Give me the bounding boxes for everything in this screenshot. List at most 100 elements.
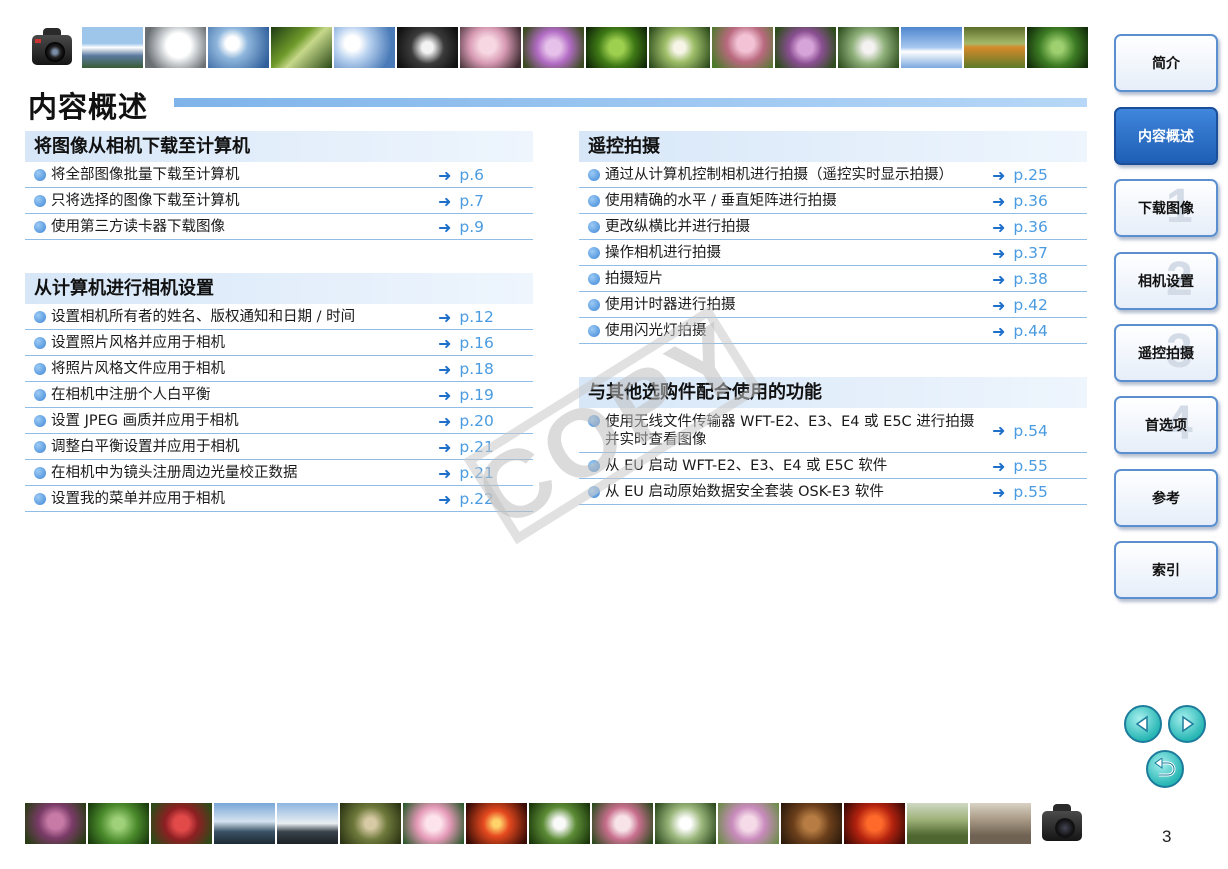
arrow-right-icon: ➜ <box>992 421 1006 440</box>
photo-thumb <box>586 27 647 68</box>
page-link[interactable]: ➜ p.19 <box>438 386 533 405</box>
list-item[interactable]: 从 EU 启动原始数据安全套装 OSK-E3 软件 ➜ p.55 <box>579 479 1087 505</box>
photo-thumb <box>529 803 590 844</box>
photo-thumb <box>844 803 905 844</box>
page-link[interactable]: ➜ p.38 <box>992 270 1087 289</box>
list-item[interactable]: 只将选择的图像下载至计算机 ➜ p.7 <box>25 188 533 214</box>
list-item[interactable]: 操作相机进行拍摄 ➜ p.37 <box>579 240 1087 266</box>
tab-download-images[interactable]: 1 下载图像 <box>1114 179 1218 237</box>
arrow-right-icon: ➜ <box>992 269 1006 289</box>
page-link[interactable]: ➜ p.42 <box>992 296 1087 315</box>
page-link[interactable]: ➜ p.20 <box>438 412 533 431</box>
tab-camera-settings[interactable]: 2 相机设置 <box>1114 252 1218 310</box>
arrow-right-icon: ➜ <box>992 456 1006 476</box>
page-link[interactable]: ➜ p.44 <box>992 322 1087 341</box>
arrow-right-icon: ➜ <box>438 191 452 211</box>
list-item[interactable]: 设置照片风格并应用于相机 ➜ p.16 <box>25 330 533 356</box>
list-item[interactable]: 将照片风格文件应用于相机 ➜ p.18 <box>25 356 533 382</box>
page-link[interactable]: ➜ p.37 <box>992 244 1087 263</box>
list-item[interactable]: 使用闪光灯拍摄 ➜ p.44 <box>579 318 1087 344</box>
photo-thumb <box>655 803 716 844</box>
bullet-icon <box>34 337 46 349</box>
tab-preferences[interactable]: 4 首选项 <box>1114 396 1218 454</box>
page-link[interactable]: ➜ p.12 <box>438 308 533 327</box>
bullet-icon <box>588 299 600 311</box>
photo-strip-bottom <box>25 803 1031 844</box>
photo-thumb <box>775 27 836 68</box>
list-item[interactable]: 在相机中注册个人白平衡 ➜ p.19 <box>25 382 533 408</box>
tab-reference[interactable]: 参考 <box>1114 469 1218 527</box>
list-item[interactable]: 更改纵横比并进行拍摄 ➜ p.36 <box>579 214 1087 240</box>
page-link[interactable]: ➜ p.54 <box>992 421 1087 440</box>
arrow-right-icon: ➜ <box>438 411 452 431</box>
photo-thumb <box>592 803 653 844</box>
section-remote-shooting: 遥控拍摄 通过从计算机控制相机进行拍摄（遥控实时显示拍摄） ➜ p.25 使用精确的… <box>579 131 1087 344</box>
photo-thumb <box>781 803 842 844</box>
bullet-icon <box>588 221 600 233</box>
photo-thumb <box>712 27 773 68</box>
photo-thumb <box>1027 27 1088 68</box>
list-item[interactable]: 通过从计算机控制相机进行拍摄（遥控实时显示拍摄） ➜ p.25 <box>579 162 1087 188</box>
tab-contents[interactable]: 内容概述 <box>1114 107 1218 165</box>
page-link[interactable]: ➜ p.55 <box>992 457 1087 476</box>
section-heading: 从计算机进行相机设置 <box>25 273 533 304</box>
list-item[interactable]: 使用第三方读卡器下载图像 ➜ p.9 <box>25 214 533 240</box>
photo-thumb <box>82 27 143 68</box>
bullet-icon <box>34 311 46 323</box>
next-page-button[interactable] <box>1168 705 1206 743</box>
section-camera-settings: 从计算机进行相机设置 设置相机所有者的姓名、版权通知和日期 / 时间 ➜ p.12 … <box>25 273 533 512</box>
photo-thumb <box>970 803 1031 844</box>
page-link[interactable]: ➜ p.36 <box>992 192 1087 211</box>
page-link[interactable]: ➜ p.18 <box>438 360 533 379</box>
return-button[interactable] <box>1146 750 1184 788</box>
page-link[interactable]: ➜ p.9 <box>438 218 533 237</box>
page-link[interactable]: ➜ p.22 <box>438 490 533 509</box>
next-page-icon <box>1182 715 1195 733</box>
photo-thumb <box>25 803 86 844</box>
page-link[interactable]: ➜ p.25 <box>992 166 1087 185</box>
arrow-right-icon: ➜ <box>438 217 452 237</box>
list-item[interactable]: 设置我的菜单并应用于相机 ➜ p.22 <box>25 486 533 512</box>
list-item[interactable]: 拍摄短片 ➜ p.38 <box>579 266 1087 292</box>
bullet-icon <box>34 169 46 181</box>
prev-page-button[interactable] <box>1124 705 1162 743</box>
page-title: 内容概述 <box>28 90 149 124</box>
list-item[interactable]: 在相机中为镜头注册周边光量校正数据 ➜ p.21 <box>25 460 533 486</box>
arrow-right-icon: ➜ <box>992 191 1006 211</box>
photo-thumb <box>340 803 401 844</box>
photo-thumb <box>88 803 149 844</box>
list-item[interactable]: 设置相机所有者的姓名、版权通知和日期 / 时间 ➜ p.12 <box>25 304 533 330</box>
photo-thumb <box>397 27 458 68</box>
page-number: 3 <box>1162 827 1172 846</box>
photo-thumb <box>151 803 212 844</box>
arrow-right-icon: ➜ <box>438 489 452 509</box>
photo-thumb <box>334 27 395 68</box>
arrow-right-icon: ➜ <box>992 295 1006 315</box>
arrow-right-icon: ➜ <box>438 333 452 353</box>
bullet-icon <box>34 467 46 479</box>
photo-thumb <box>271 27 332 68</box>
page-link[interactable]: ➜ p.16 <box>438 334 533 353</box>
bullet-icon <box>34 441 46 453</box>
photo-thumb <box>145 27 206 68</box>
tab-remote-shooting[interactable]: 3 遥控拍摄 <box>1114 324 1218 382</box>
page-link[interactable]: ➜ p.36 <box>992 218 1087 237</box>
list-item[interactable]: 使用无线文件传输器 WFT-E2、E3、E4 或 E5C 进行拍摄并实时查看图像… <box>579 408 1087 453</box>
list-item[interactable]: 使用精确的水平 / 垂直矩阵进行拍摄 ➜ p.36 <box>579 188 1087 214</box>
list-item[interactable]: 调整白平衡设置并应用于相机 ➜ p.21 <box>25 434 533 460</box>
list-item[interactable]: 设置 JPEG 画质并应用于相机 ➜ p.20 <box>25 408 533 434</box>
tab-index[interactable]: 索引 <box>1114 541 1218 599</box>
photo-thumb <box>466 803 527 844</box>
page-link[interactable]: ➜ p.55 <box>992 483 1087 502</box>
page-link[interactable]: ➜ p.6 <box>438 166 533 185</box>
page-link[interactable]: ➜ p.21 <box>438 464 533 483</box>
photo-thumb <box>964 27 1025 68</box>
list-item[interactable]: 从 EU 启动 WFT-E2、E3、E4 或 E5C 软件 ➜ p.55 <box>579 453 1087 479</box>
page-link[interactable]: ➜ p.7 <box>438 192 533 211</box>
bullet-icon <box>588 325 600 337</box>
list-item[interactable]: 将全部图像批量下载至计算机 ➜ p.6 <box>25 162 533 188</box>
list-item[interactable]: 使用计时器进行拍摄 ➜ p.42 <box>579 292 1087 318</box>
section-heading: 遥控拍摄 <box>579 131 1087 162</box>
page-link[interactable]: ➜ p.21 <box>438 438 533 457</box>
tab-intro[interactable]: 简介 <box>1114 34 1218 92</box>
